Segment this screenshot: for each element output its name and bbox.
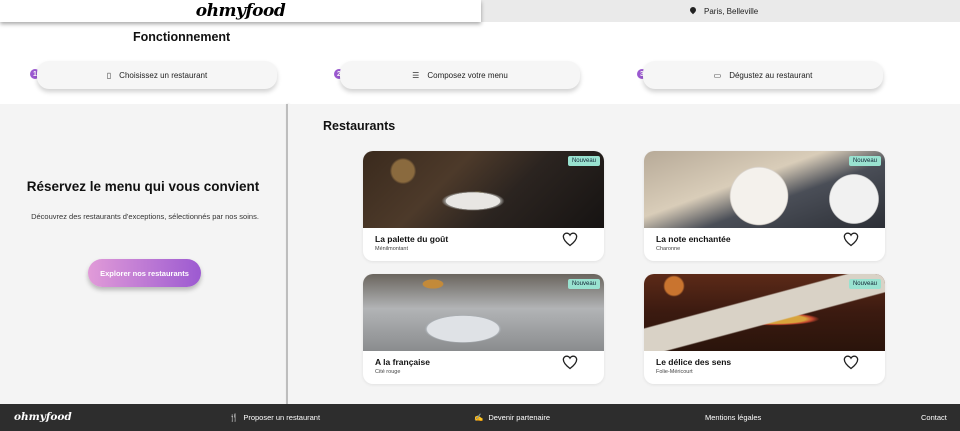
restaurant-card[interactable]: Nouveau A la française Cité rouge (363, 274, 604, 384)
restaurant-card[interactable]: Nouveau La note enchantée Charonne (644, 151, 885, 261)
restaurant-card[interactable]: Nouveau La palette du goût Ménilmontant (363, 151, 604, 261)
new-badge: Nouveau (848, 156, 881, 166)
mobile-phone-icon: ▯ (106, 70, 112, 80)
logo-box: ohmyfood (0, 0, 481, 22)
location-label: Paris, Belleville (704, 6, 759, 16)
map-pin-icon (690, 7, 696, 16)
step-card-choose: ▯ Choisissez un restaurant (37, 61, 277, 89)
step-label: Dégustez au restaurant (729, 70, 813, 80)
header: ohmyfood Paris, Belleville (0, 0, 960, 22)
footer-link-label: Mentions légales (705, 413, 762, 422)
restaurant-name: Le délice des sens (656, 357, 732, 367)
restaurant-location: Cité rouge (375, 369, 401, 375)
hero-title: Réservez le menu qui vous convient (26, 179, 260, 194)
how-it-works-title: Fonctionnement (133, 30, 231, 44)
footer-logo[interactable]: ohmyfood (14, 411, 72, 423)
restaurant-location: Folie-Méricourt (656, 369, 693, 375)
heart-icon[interactable] (562, 355, 578, 370)
logo[interactable]: ohmyfood (196, 1, 286, 21)
list-icon: ☰ (412, 70, 420, 80)
step-card-enjoy: ▭ Dégustez au restaurant (643, 61, 883, 89)
restaurant-location: Charonne (656, 246, 681, 252)
step-label: Composez votre menu (427, 70, 508, 80)
handshake-icon: ✍ (474, 413, 484, 422)
restaurant-name: La palette du goût (375, 234, 449, 244)
restaurant-name: La note enchantée (656, 234, 731, 244)
footer-link-propose[interactable]: 🍴 Proposer un restaurant (229, 413, 320, 422)
heart-icon[interactable] (843, 355, 859, 370)
footer: ohmyfood 🍴 Proposer un restaurant ✍ Deve… (0, 404, 960, 431)
hero-panel (0, 104, 286, 404)
footer-link-partner[interactable]: ✍ Devenir partenaire (474, 413, 550, 422)
utensils-icon: 🍴 (229, 413, 239, 422)
restaurant-location: Ménilmontant (375, 246, 409, 252)
heart-icon[interactable] (843, 232, 859, 247)
footer-link-contact[interactable]: Contact (921, 413, 947, 422)
heart-icon[interactable] (562, 232, 578, 247)
restaurant-name: A la française (375, 357, 430, 367)
footer-link-legal[interactable]: Mentions légales (705, 413, 761, 422)
hero-text: Découvrez des restaurants d'exceptions, … (31, 212, 259, 221)
footer-link-label: Devenir partenaire (488, 413, 551, 422)
new-badge: Nouveau (567, 156, 600, 166)
restaurants-title: Restaurants (323, 119, 396, 133)
location[interactable]: Paris, Belleville (690, 0, 758, 22)
step-card-compose: ☰ Composez votre menu (340, 61, 580, 89)
new-badge: Nouveau (567, 279, 600, 289)
footer-link-label: Contact (921, 413, 947, 422)
restaurant-card[interactable]: Nouveau Le délice des sens Folie-Méricou… (644, 274, 885, 384)
footer-link-label: Proposer un restaurant (243, 413, 321, 422)
dish-icon: ▭ (713, 70, 722, 80)
step-label: Choisissez un restaurant (119, 70, 208, 80)
new-badge: Nouveau (848, 279, 881, 289)
explore-restaurants-button[interactable]: Explorer nos restaurants (88, 259, 201, 287)
